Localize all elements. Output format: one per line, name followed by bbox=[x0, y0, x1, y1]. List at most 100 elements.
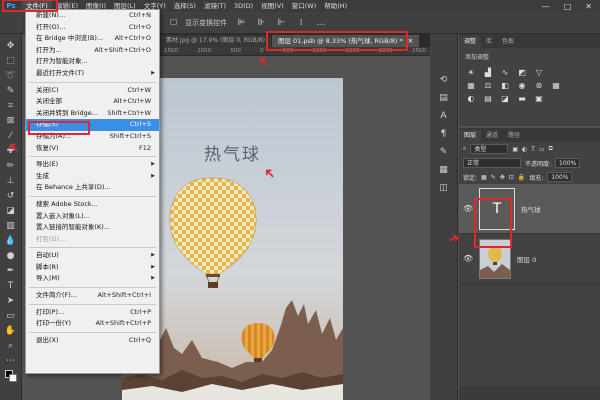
maximize-button[interactable]: □ bbox=[564, 2, 572, 11]
lock-transparent-icon[interactable]: ▦ bbox=[481, 174, 487, 181]
lock-image-icon[interactable]: ✎ bbox=[491, 174, 496, 181]
menu-filter[interactable]: 滤镜(T) bbox=[200, 0, 230, 12]
styles-panel-icon[interactable]: ◫ bbox=[437, 182, 451, 194]
visibility-eye-icon[interactable]: 👁 bbox=[463, 254, 473, 263]
path-select-tool-icon[interactable]: ➤ bbox=[4, 295, 18, 307]
tab-libraries[interactable]: 库 bbox=[481, 36, 497, 48]
file-menu-item[interactable]: 存储(S) Ctrl+S bbox=[26, 119, 159, 131]
layer-name[interactable]: 图层 0 bbox=[517, 254, 536, 264]
blend-mode-select[interactable]: 正常 bbox=[463, 158, 521, 168]
levels-icon[interactable]: ▟ bbox=[482, 67, 494, 77]
layer-row-text[interactable]: 👁 T 热气球 bbox=[459, 184, 600, 234]
visibility-eye-icon[interactable]: 👁 bbox=[463, 204, 473, 213]
opacity-field[interactable]: 100% bbox=[555, 158, 581, 168]
file-menu-item[interactable]: 打开(O)... Ctrl+O bbox=[26, 22, 159, 34]
lock-position-icon[interactable]: ✥ bbox=[500, 174, 505, 181]
filter-kind-select[interactable]: 类型 bbox=[470, 144, 509, 154]
quick-select-tool-icon[interactable]: ✎ bbox=[4, 85, 18, 97]
file-menu-item[interactable]: 打开为智能对象... bbox=[26, 56, 159, 68]
swatches-panel-icon[interactable]: ▦ bbox=[437, 164, 451, 176]
tab-swatches[interactable]: 色板 bbox=[497, 36, 519, 48]
black-white-icon[interactable]: ◧ bbox=[499, 80, 511, 90]
distribute-icon[interactable]: ⁞ bbox=[295, 17, 307, 29]
menu-view[interactable]: 视图(V) bbox=[257, 0, 288, 12]
properties-panel-icon[interactable]: ▤ bbox=[437, 92, 451, 104]
file-menu-item[interactable]: 搜索 Adobe Stock... bbox=[26, 199, 159, 211]
file-menu-item[interactable]: 导出(E) ▶ bbox=[26, 159, 159, 171]
close-tab-icon[interactable]: ✕ bbox=[408, 37, 413, 45]
tab-adjustments[interactable]: 调整 bbox=[459, 36, 482, 48]
file-menu-item[interactable]: 打印一份(Y) Alt+Shift+Ctrl+P bbox=[26, 318, 159, 330]
file-menu-item[interactable]: 置入链接的智能对象(K)... bbox=[26, 222, 159, 234]
file-menu-item[interactable]: 存储为(A)... Shift+Ctrl+S bbox=[26, 131, 159, 143]
filter-pixel-icon[interactable]: ▣ bbox=[512, 146, 518, 153]
file-menu-item[interactable]: 打开为... Alt+Shift+Ctrl+O bbox=[26, 45, 159, 57]
blur-tool-icon[interactable]: 💧 bbox=[4, 235, 18, 247]
crop-tool-icon[interactable]: ⌗ bbox=[4, 100, 18, 112]
color-lookup-icon[interactable]: ▦ bbox=[550, 80, 562, 90]
pen-tool-icon[interactable]: ✒ bbox=[4, 265, 18, 277]
tab-layers[interactable]: 图层 bbox=[459, 130, 482, 142]
layer-name[interactable]: 热气球 bbox=[521, 204, 541, 214]
exposure-icon[interactable]: ◩ bbox=[516, 67, 528, 77]
brightness-icon[interactable]: ☀ bbox=[465, 67, 477, 77]
posterize-icon[interactable]: ▤ bbox=[482, 93, 494, 103]
gradient-map-icon[interactable]: ▬ bbox=[516, 93, 528, 103]
align-left-icon[interactable]: ⊫ bbox=[235, 17, 247, 29]
character-panel-icon[interactable]: A bbox=[437, 110, 451, 122]
more-tools-icon[interactable]: ⋯ bbox=[4, 355, 18, 367]
frame-tool-icon[interactable]: ⊠ bbox=[4, 115, 18, 127]
file-menu-item[interactable]: 文件简介(F)... Alt+Shift+Ctrl+I bbox=[26, 290, 159, 302]
lasso-tool-icon[interactable]: ➰ bbox=[4, 70, 18, 82]
clone-stamp-icon[interactable]: ⊥ bbox=[4, 175, 18, 187]
curves-icon[interactable]: ∿ bbox=[499, 67, 511, 77]
close-window-button[interactable]: ✕ bbox=[585, 2, 592, 11]
eraser-tool-icon[interactable]: ◪ bbox=[4, 205, 18, 217]
filter-shape-icon[interactable]: ▭ bbox=[539, 146, 545, 153]
fill-field[interactable]: 100% bbox=[547, 172, 573, 182]
minimize-button[interactable]: — bbox=[542, 2, 550, 11]
align-center-icon[interactable]: ⊪ bbox=[255, 17, 267, 29]
file-menu-item[interactable]: 在 Bridge 中浏览(B)... Alt+Ctrl+O bbox=[26, 33, 159, 45]
file-menu-item[interactable]: 脚本(R) ▶ bbox=[26, 262, 159, 274]
tab-channels[interactable]: 通道 bbox=[481, 130, 503, 142]
brush-tool-icon[interactable]: ✏ bbox=[4, 160, 18, 172]
zoom-tool-icon[interactable]: ⌕ bbox=[4, 340, 18, 352]
file-menu-item[interactable]: 恢复(V) F12 bbox=[26, 143, 159, 155]
dodge-tool-icon[interactable]: ● bbox=[4, 250, 18, 262]
file-menu-item[interactable]: 关闭(C) Ctrl+W bbox=[26, 85, 159, 97]
checkbox-icon[interactable]: ☐ bbox=[170, 18, 177, 27]
invert-icon[interactable]: ◐ bbox=[465, 93, 477, 103]
filter-type-icon[interactable]: T bbox=[531, 146, 535, 153]
file-menu-item[interactable]: 新建(N)... Ctrl+N bbox=[26, 10, 159, 22]
align-right-icon[interactable]: ⊩ bbox=[275, 17, 287, 29]
file-menu-item[interactable]: 退出(X) Ctrl+Q bbox=[26, 335, 159, 347]
channel-mixer-icon[interactable]: ⊛ bbox=[533, 80, 545, 90]
file-menu-item[interactable]: 置入嵌入对象(L)... bbox=[26, 211, 159, 223]
file-menu-item[interactable]: 关闭全部 Alt+Ctrl+W bbox=[26, 96, 159, 108]
paragraph-panel-icon[interactable]: ¶ bbox=[437, 128, 451, 140]
move-tool-icon[interactable]: ✥ bbox=[4, 40, 18, 52]
tab-layer-psb[interactable]: 图层 01.psb @ 8.33% (热气球, RGB/8) * ✕ bbox=[271, 35, 420, 47]
rectangle-tool-icon[interactable]: ▭ bbox=[4, 310, 18, 322]
tab-paths[interactable]: 路径 bbox=[503, 130, 525, 142]
file-menu-item[interactable]: 关闭并转到 Bridge... Shift+Ctrl+W bbox=[26, 108, 159, 120]
filter-smart-object-icon[interactable]: ⧉ bbox=[549, 145, 553, 153]
history-brush-icon[interactable]: ↺ bbox=[4, 190, 18, 202]
file-menu-item[interactable]: 打印(P)... Ctrl+P bbox=[26, 307, 159, 319]
vibrance-icon[interactable]: ▽ bbox=[533, 67, 545, 77]
menu-3d[interactable]: 3D(D) bbox=[230, 0, 257, 12]
selective-color-icon[interactable]: ▣ bbox=[533, 93, 545, 103]
threshold-icon[interactable]: ◪ bbox=[499, 93, 511, 103]
history-panel-icon[interactable]: ⟲ bbox=[437, 74, 451, 86]
file-menu-item[interactable]: 最近打开文件(T) ▶ bbox=[26, 68, 159, 80]
color-balance-icon[interactable]: ⚖ bbox=[482, 80, 494, 90]
tab-source-jpg[interactable]: 素材.jpg @ 17.9% (图层 0, RGB/8) bbox=[160, 35, 271, 47]
menu-window[interactable]: 窗口(W) bbox=[288, 0, 321, 12]
file-menu-item[interactable]: 自动(U) ▶ bbox=[26, 250, 159, 262]
hue-saturation-icon[interactable]: ▦ bbox=[465, 80, 477, 90]
hand-tool-icon[interactable]: ✋ bbox=[4, 325, 18, 337]
lock-artboard-icon[interactable]: ⊡ bbox=[509, 174, 514, 181]
menu-help[interactable]: 帮助(H) bbox=[320, 0, 351, 12]
color-swatches-icon[interactable] bbox=[4, 370, 18, 382]
